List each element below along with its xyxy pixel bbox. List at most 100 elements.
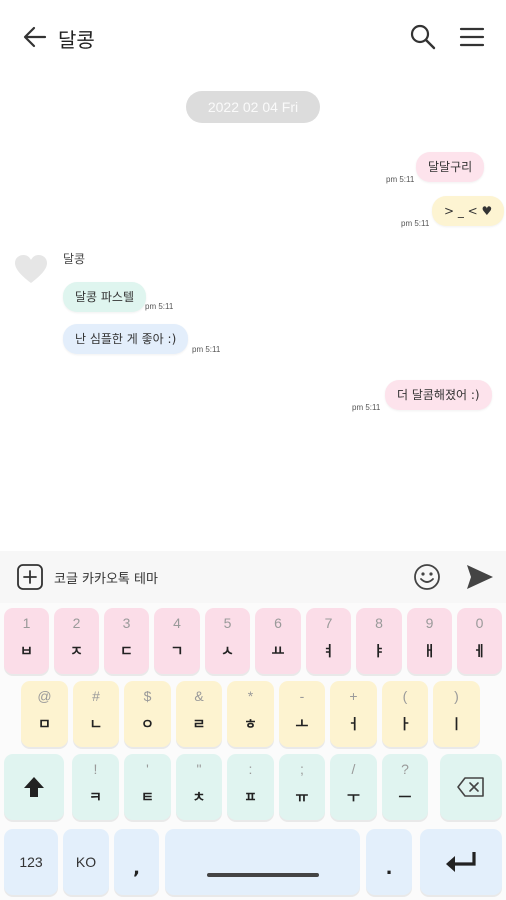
key-main: ㅑ xyxy=(372,644,386,660)
key-main: ㅐ xyxy=(423,644,436,660)
search-icon[interactable] xyxy=(408,22,438,52)
key-main: ㅣ xyxy=(450,717,463,733)
enter-key[interactable] xyxy=(420,829,502,895)
key-main: ㅊ xyxy=(192,790,206,806)
key-sub: ! xyxy=(93,761,98,777)
message-bubble[interactable]: 달달구리 xyxy=(416,152,485,182)
space-key[interactable] xyxy=(165,829,360,895)
key[interactable]: 9ㅐ xyxy=(407,608,452,674)
key-sub: * xyxy=(247,688,254,704)
message-input[interactable]: 코글 카카오톡 테마 xyxy=(54,568,158,587)
smiley-icon[interactable] xyxy=(412,562,442,592)
key-sub: 9 xyxy=(425,615,434,631)
date-divider: 2022 02 04 Fri xyxy=(186,91,320,123)
key-sub: 3 xyxy=(122,615,131,631)
key[interactable]: -ㅗ xyxy=(279,681,325,747)
period-key[interactable]: . xyxy=(366,829,412,895)
key-sub: $ xyxy=(143,688,152,704)
key-main: ㄴ xyxy=(89,717,103,733)
key[interactable]: 2ㅈ xyxy=(54,608,99,674)
key-sub: ' xyxy=(146,761,149,777)
message-bubble[interactable]: 난 심플한 게 좋아 :) xyxy=(63,324,189,354)
key[interactable]: * ㅎ xyxy=(227,681,274,747)
key-main: ㅗ xyxy=(295,717,309,733)
enter-return-icon xyxy=(446,852,476,872)
key-main: ㅛ xyxy=(271,644,285,660)
key-main: ㅔ xyxy=(473,644,486,660)
key-sub: : xyxy=(248,761,253,777)
key-sub: 2 xyxy=(72,615,81,631)
message-bubble[interactable]: > _ < ♥ xyxy=(432,196,505,226)
key-main: ㅍ xyxy=(244,790,257,806)
message-time: pm 5:11 xyxy=(386,175,415,184)
key[interactable]: & ㄹ xyxy=(176,681,222,747)
comma-key[interactable]: , xyxy=(114,829,159,895)
sender-name: 달콩 xyxy=(63,252,86,266)
key[interactable]: 8ㅑ xyxy=(356,608,402,674)
key-main: ㅅ xyxy=(221,644,234,660)
key-sub: / xyxy=(351,761,356,777)
message-bubble[interactable]: 더 달콤해졌어 :) xyxy=(385,380,492,410)
space-bar-line xyxy=(207,873,319,877)
key[interactable]: $ ㅇ xyxy=(124,681,171,747)
key[interactable]: ' ㅌ xyxy=(124,754,171,820)
key-sub: ( xyxy=(402,688,408,704)
key[interactable]: 1ㅂ xyxy=(4,608,49,674)
arrow-left-icon[interactable] xyxy=(20,22,50,52)
key[interactable]: ! ㅋ xyxy=(72,754,119,820)
key[interactable]: 0ㅔ xyxy=(457,608,502,674)
key[interactable]: " ㅊ xyxy=(176,754,222,820)
hamburger-menu-icon[interactable] xyxy=(457,22,487,52)
send-icon[interactable] xyxy=(463,562,495,592)
key-sub: 0 xyxy=(475,615,484,631)
key[interactable]: 7ㅕ xyxy=(306,608,351,674)
key[interactable]: / ㅜ xyxy=(330,754,377,820)
message-time: pm 5:11 xyxy=(352,403,381,412)
key-sub: # xyxy=(92,688,100,704)
backspace-icon xyxy=(457,777,484,797)
key[interactable]: ? ㅡ xyxy=(382,754,428,820)
key[interactable]: 5ㅅ xyxy=(205,608,250,674)
numbers-key[interactable]: 123 xyxy=(4,829,58,895)
key-main: ㅎ xyxy=(244,717,257,733)
key-sub: 5 xyxy=(223,615,232,631)
key-main: ㅈ xyxy=(70,644,83,660)
key-sub: ) xyxy=(454,688,459,704)
key-sub: - xyxy=(299,688,305,704)
key-sub: 4 xyxy=(173,615,181,631)
shift-arrow-icon xyxy=(24,777,44,797)
key[interactable]: 6ㅛ xyxy=(255,608,301,674)
message-time: pm 5:11 xyxy=(192,345,221,354)
key-sub: 1 xyxy=(22,615,31,631)
key-main: ㄱ xyxy=(170,644,184,660)
shift-key[interactable] xyxy=(4,754,64,820)
key[interactable]: (ㅏ xyxy=(382,681,428,747)
key-sub: ? xyxy=(401,761,409,777)
key[interactable]: 4ㄱ xyxy=(154,608,200,674)
key-main: ㅌ xyxy=(141,790,154,806)
key-main: ㅋ xyxy=(89,790,102,806)
plus-square-icon[interactable] xyxy=(16,563,44,591)
backspace-key[interactable] xyxy=(440,754,502,820)
key-main: ㅕ xyxy=(322,644,335,660)
key-main: ㅁ xyxy=(38,717,51,733)
key[interactable]: ; ㅠ xyxy=(279,754,325,820)
key[interactable]: ) ㅣ xyxy=(433,681,480,747)
key-sub: + xyxy=(349,688,358,704)
message-bubble[interactable]: 달콩 파스텔 xyxy=(63,282,147,312)
key-sub: & xyxy=(194,688,204,704)
key-sub: 6 xyxy=(274,615,282,631)
key[interactable]: @ ㅁ xyxy=(21,681,68,747)
key-sub: 7 xyxy=(324,615,333,631)
key[interactable]: :ㅍ xyxy=(227,754,274,820)
key-main: ㅡ xyxy=(398,790,412,806)
language-key[interactable]: KO xyxy=(63,829,109,895)
key[interactable]: # ㄴ xyxy=(73,681,119,747)
key[interactable]: 3ㄷ xyxy=(104,608,149,674)
key[interactable]: + ㅓ xyxy=(330,681,377,747)
heart-avatar-icon[interactable] xyxy=(14,254,48,286)
message-input-bar: 코글 카카오톡 테마 xyxy=(0,551,506,603)
key-main: ㅂ xyxy=(20,644,33,660)
chat-header: 달콩 xyxy=(0,0,506,72)
key-sub: ; xyxy=(300,761,304,777)
